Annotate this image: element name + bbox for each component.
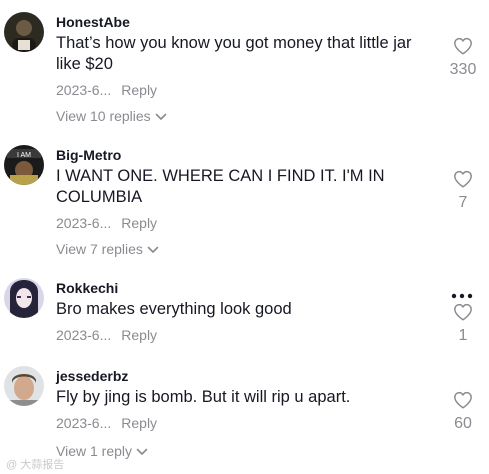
chevron-down-icon — [155, 113, 166, 121]
comment-meta: 2023-6... Reply — [56, 215, 157, 231]
comment-text: I WANT ONE. WHERE CAN I FIND IT. I'M IN … — [56, 167, 385, 206]
like-count: 7 — [458, 194, 468, 211]
view-replies-label: View 7 replies — [56, 241, 143, 257]
comment-username[interactable]: HonestAbe — [56, 14, 130, 30]
like-count: 1 — [458, 327, 468, 344]
comment-date: 2023-6... — [56, 82, 112, 98]
comment-username[interactable]: Big-Metro — [56, 147, 121, 163]
heart-icon — [454, 170, 472, 188]
reply-button[interactable]: Reply — [121, 327, 157, 343]
comment-text: That’s how you know you got money that l… — [56, 34, 412, 73]
more-options-icon[interactable] — [451, 286, 473, 304]
like-button[interactable]: 60 — [443, 391, 483, 433]
avatar[interactable] — [4, 366, 44, 406]
heart-icon — [454, 303, 472, 321]
comment-date: 2023-6... — [56, 415, 112, 431]
comment-date: 2023-6... — [56, 327, 112, 343]
svg-text:I AM: I AM — [17, 152, 31, 159]
chevron-down-icon — [147, 246, 159, 254]
reply-button[interactable]: Reply — [121, 82, 157, 98]
comment-meta: 2023-6... Reply — [56, 415, 157, 431]
watermark: @ 大蒜报告 — [6, 459, 65, 471]
reply-button[interactable]: Reply — [121, 415, 157, 431]
comment-username[interactable]: jessederbz — [56, 368, 128, 384]
heart-icon — [454, 391, 472, 409]
chevron-down-icon — [136, 448, 148, 456]
heart-icon — [454, 37, 472, 55]
comment-meta: 2023-6... Reply — [56, 82, 157, 98]
like-button[interactable]: 330 — [443, 37, 483, 79]
view-replies-button[interactable]: View 1 reply — [56, 443, 148, 459]
avatar[interactable]: I AM — [4, 145, 44, 185]
avatar[interactable] — [4, 278, 44, 318]
comment-text: Fly by jing is bomb. But it will rip u a… — [56, 388, 351, 406]
view-replies-label: View 1 reply — [56, 443, 133, 459]
comment-meta: 2023-6... Reply — [56, 327, 157, 343]
comment-username[interactable]: Rokkechi — [56, 280, 118, 296]
like-button[interactable]: 7 — [443, 170, 483, 212]
reply-button[interactable]: Reply — [121, 215, 157, 231]
view-replies-label: View 10 replies — [56, 108, 151, 124]
view-replies-button[interactable]: View 10 replies — [56, 108, 167, 124]
like-count: 60 — [454, 415, 472, 432]
comment-text: Bro makes everything look good — [56, 300, 292, 318]
view-replies-button[interactable]: View 7 replies — [56, 241, 159, 257]
like-button[interactable]: 1 — [443, 303, 483, 345]
comment-date: 2023-6... — [56, 215, 112, 231]
like-count: 330 — [449, 61, 477, 78]
avatar[interactable] — [4, 12, 44, 52]
